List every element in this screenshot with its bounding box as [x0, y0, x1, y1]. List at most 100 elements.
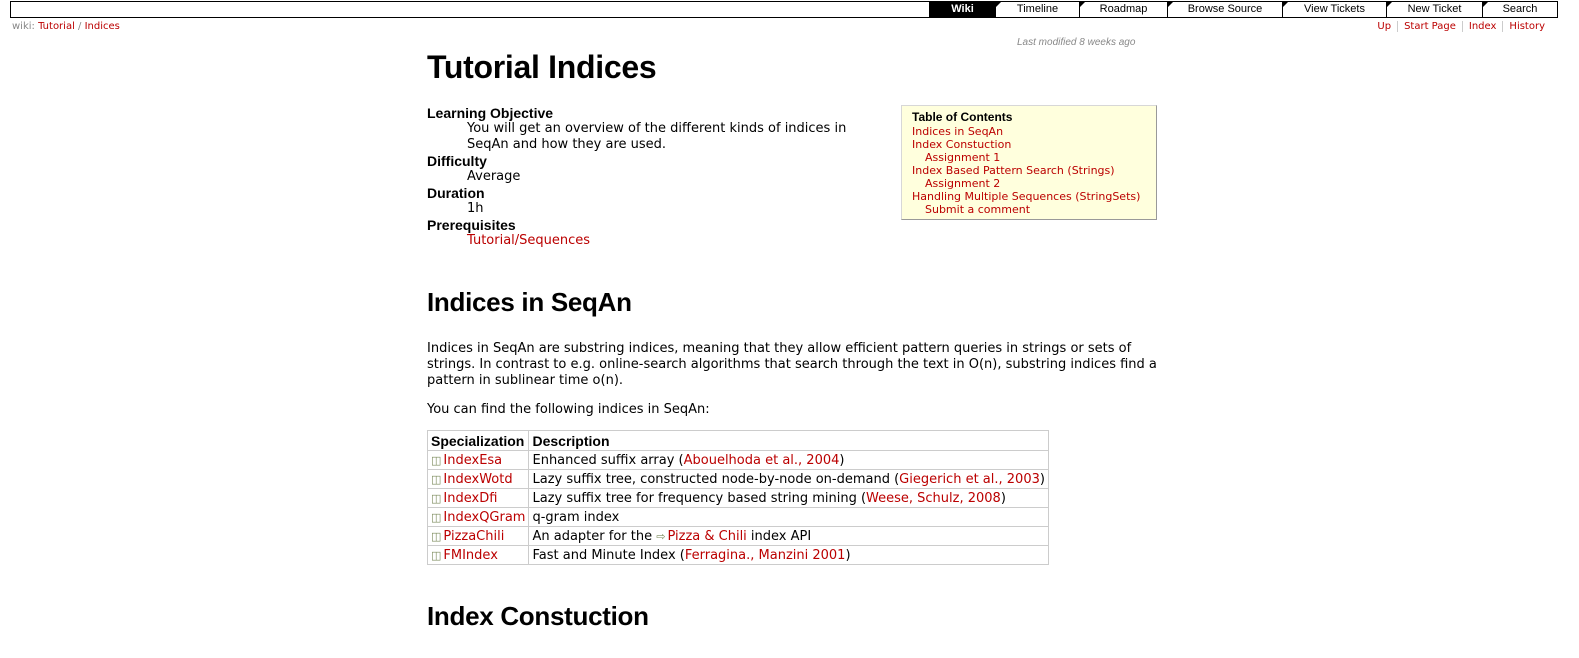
table-row: ◫ IndexEsa Enhanced suffix array (Abouelho…: [426, 450, 1049, 470]
description-suffix: ): [1039, 471, 1045, 487]
nav-corner-marker: [1080, 2, 1085, 7]
breadcrumb-separator: /: [78, 21, 82, 32]
book-icon: ◫: [431, 529, 442, 543]
nav-item-search[interactable]: Search: [1482, 2, 1557, 17]
difficulty-text: Average: [467, 169, 521, 184]
description-text: An adapter for the: [532, 528, 657, 544]
nav-item-label: New Ticket: [1407, 3, 1462, 15]
spec-cell: ◫ IndexQGram: [426, 507, 530, 527]
prerequisites-link[interactable]: Tutorial/Sequences: [467, 233, 590, 248]
book-icon: ◫: [431, 472, 442, 486]
book-icon: ◫: [431, 453, 442, 467]
main-nav-list: Wiki Timeline Roadmap Browse Source View Tic…: [929, 2, 1557, 17]
indices-list-intro: You can find the following indices in Se…: [427, 402, 710, 417]
nav-item-timeline[interactable]: Timeline: [995, 2, 1079, 17]
toc-list: Indices in SeqAn Index Constuction Assignm…: [912, 125, 1146, 216]
reference-link-pizza-chili[interactable]: Pizza & Chili: [667, 529, 746, 544]
description-cell: Enhanced suffix array (Abouelhoda et al.…: [528, 450, 1049, 470]
spec-link-indexdfi[interactable]: IndexDfi: [443, 491, 497, 506]
last-modified-prefix: Last modified: [1017, 37, 1077, 48]
table-row: ◫ IndexDfi Lazy suffix tree for frequency …: [426, 488, 1049, 508]
description-text: q-gram index: [532, 509, 620, 525]
nav-corner-marker: [1168, 2, 1173, 7]
breadcrumb-indices-link[interactable]: Indices: [85, 21, 120, 32]
description-suffix: ): [845, 547, 851, 563]
breadcrumb: wiki: Tutorial / Indices: [12, 21, 120, 32]
description-text: Lazy suffix tree for frequency based str…: [532, 490, 867, 506]
nav-corner-marker: [1387, 2, 1392, 7]
book-icon: ◫: [431, 491, 442, 505]
description-cell: q-gram index: [528, 507, 1049, 527]
nav-item-label: Roadmap: [1099, 3, 1148, 15]
table-header-row: Specialization Description: [426, 430, 1049, 451]
breadcrumb-tutorial-link[interactable]: Tutorial: [38, 21, 75, 32]
toc-item-handling-multiple-sequences-stringsets[interactable]: Handling Multiple Sequences (StringSets): [912, 190, 1146, 203]
ctxt-link-up[interactable]: Up: [1371, 21, 1397, 32]
nav-item-new-ticket[interactable]: New Ticket: [1386, 2, 1482, 17]
intro-paragraph: Indices in SeqAn are substring indices, …: [427, 341, 1157, 388]
table-of-contents: Table of Contents Indices in SeqAn Index …: [901, 105, 1157, 220]
spec-cell: ◫ IndexDfi: [426, 488, 530, 508]
nav-item-wiki[interactable]: Wiki: [929, 2, 995, 17]
nav-item-view-tickets[interactable]: View Tickets: [1282, 2, 1386, 17]
reference-link-ferragina-manzini-2001[interactable]: Ferragina., Manzini 2001: [685, 548, 846, 563]
spec-cell: ◫ IndexWotd: [426, 469, 530, 489]
spec-link-indexqgram[interactable]: IndexQGram: [443, 510, 525, 525]
objective-text: You will get an overview of the differen…: [467, 121, 847, 152]
ctxt-link-start-page[interactable]: Start Page: [1397, 21, 1462, 32]
description-suffix: ): [839, 452, 845, 468]
ctxt-link-history[interactable]: History: [1502, 21, 1551, 32]
nav-item-label: Browse Source: [1187, 3, 1263, 15]
toc-item-index-based-pattern-search-strings[interactable]: Index Based Pattern Search (Strings): [912, 164, 1146, 177]
toc-item-index-constuction[interactable]: Index Constuction: [912, 138, 1146, 151]
header-specialization: Specialization: [426, 430, 530, 451]
description-text: Lazy suffix tree, constructed node-by-no…: [532, 471, 900, 487]
context-navigation: Up Start Page Index History: [1371, 21, 1551, 32]
spec-link-indexesa[interactable]: IndexEsa: [443, 453, 502, 468]
duration-label: Duration: [427, 185, 485, 201]
spec-link-pizzachili[interactable]: PizzaChili: [443, 529, 504, 544]
nav-item-browse-source[interactable]: Browse Source: [1167, 2, 1282, 17]
ctxt-link-index[interactable]: Index: [1461, 21, 1503, 32]
nav-item-label: Timeline: [1016, 3, 1059, 15]
reference-link-weese-schulz-2008[interactable]: Weese, Schulz, 2008: [866, 491, 1001, 506]
table-row: ◫ FMIndex Fast and Minute Index (Ferragina…: [426, 545, 1049, 565]
spec-cell: ◫ PizzaChili: [426, 526, 530, 546]
toc-heading: Table of Contents: [912, 110, 1013, 124]
book-icon: ◫: [431, 548, 442, 562]
description-suffix: index API: [746, 528, 812, 544]
spec-link-fmindex[interactable]: FMIndex: [443, 548, 497, 563]
toc-item-indices-in-seqan[interactable]: Indices in SeqAn: [912, 125, 1146, 138]
nav-item-roadmap[interactable]: Roadmap: [1079, 2, 1167, 17]
table-row: ◫ IndexQGram q-gram index: [426, 507, 1049, 527]
indices-table: Specialization Description ◫ IndexEsa Enha…: [426, 430, 1049, 565]
last-modified-link[interactable]: 8 weeks ago: [1079, 37, 1135, 48]
description-suffix: ): [1000, 490, 1006, 506]
table-row: ◫ IndexWotd Lazy suffix tree, constructed …: [426, 469, 1049, 489]
header-description: Description: [528, 430, 1049, 451]
reference-link-giegerich-et-al-2003[interactable]: Giegerich et al., 2003: [899, 472, 1040, 487]
spec-link-indexwotd[interactable]: IndexWotd: [443, 472, 512, 487]
nav-corner-marker: [1483, 2, 1488, 7]
duration-text: 1h: [467, 201, 484, 216]
prerequisites-label: Prerequisites: [427, 217, 516, 233]
book-icon: ◫: [431, 510, 442, 524]
page-title: Tutorial Indices: [427, 49, 657, 85]
description-cell: An adapter for the ⇨ Pizza & Chili index …: [528, 526, 1049, 546]
nav-corner-marker: [996, 2, 1001, 7]
nav-corner-marker: [1283, 2, 1288, 7]
table-row: ◫ PizzaChili An adapter for the ⇨ Pizza & C…: [426, 526, 1049, 546]
toc-item-submit-a-comment[interactable]: Submit a comment: [912, 203, 1146, 216]
nav-item-label: Wiki: [951, 3, 974, 15]
table-body: ◫ IndexEsa Enhanced suffix array (Abouelho…: [426, 450, 1049, 565]
nav-item-label: View Tickets: [1304, 3, 1365, 15]
nav-item-label: Search: [1502, 3, 1538, 15]
main-navigation: Wiki Timeline Roadmap Browse Source View Tic…: [10, 1, 1558, 18]
reference-link-abouelhoda-et-al-2004[interactable]: Abouelhoda et al., 2004: [684, 453, 840, 468]
toc-item-assignment-2[interactable]: Assignment 2: [912, 177, 1146, 190]
description-cell: Fast and Minute Index (Ferragina., Manzi…: [528, 545, 1049, 565]
breadcrumb-prefix: wiki:: [12, 21, 35, 32]
spec-cell: ◫ IndexEsa: [426, 450, 530, 470]
toc-item-assignment-1[interactable]: Assignment 1: [912, 151, 1146, 164]
objective-label: Learning Objective: [427, 105, 554, 121]
